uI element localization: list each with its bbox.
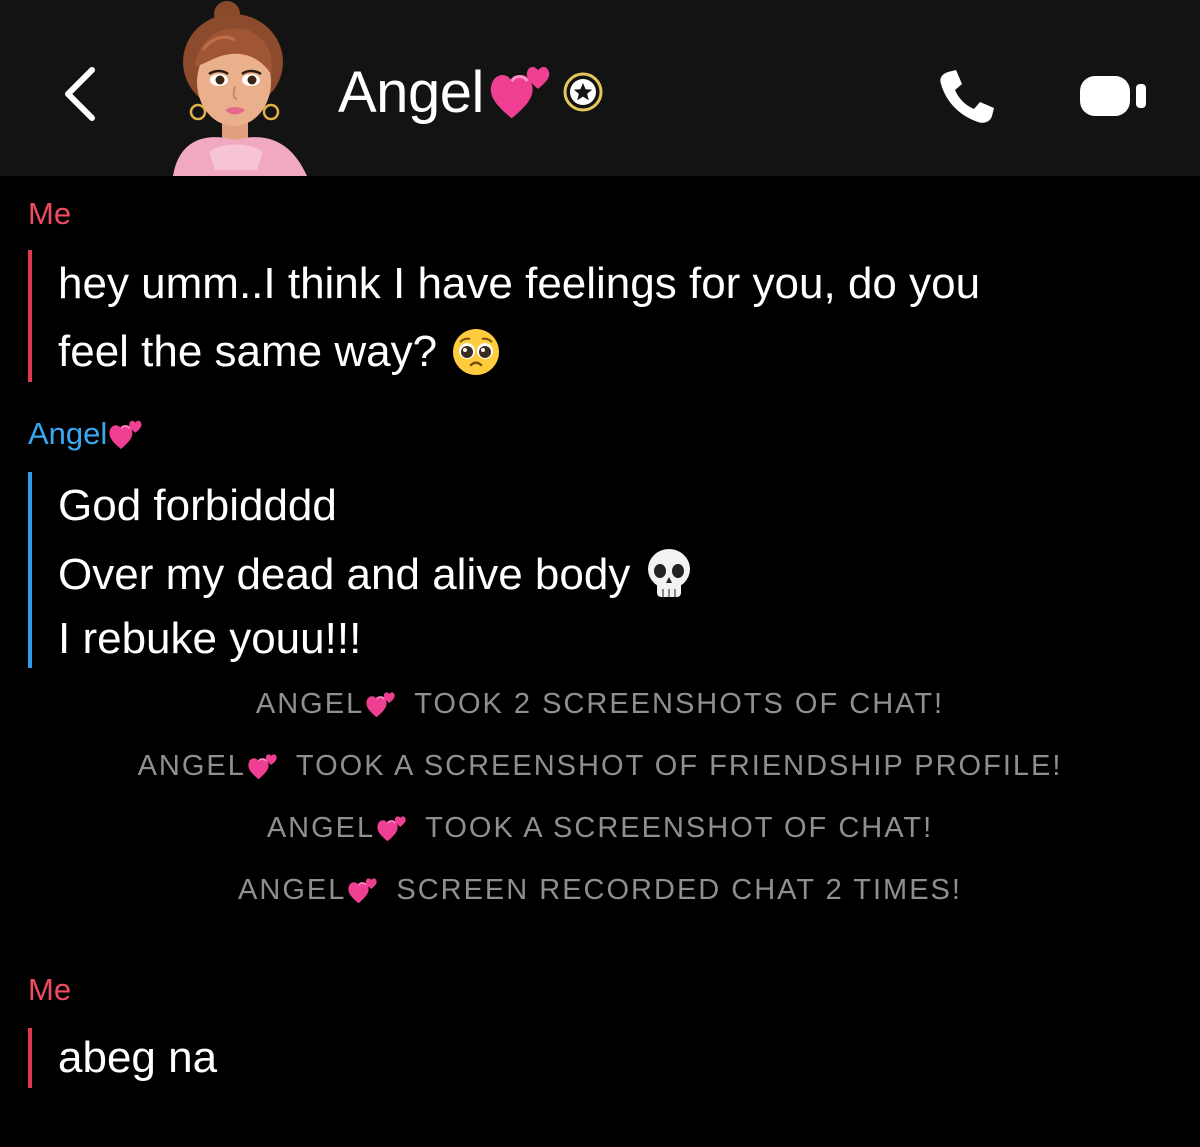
message-angel-1[interactable]: God forbidddd Over my dead and alive bod… [28, 472, 694, 668]
notice-text: SCREEN RECORDED CHAT 2 TIMES! [396, 874, 962, 906]
two-hearts-icon [109, 419, 143, 450]
message-me-2[interactable]: abeg na [28, 1028, 217, 1088]
message-line: I rebuke youu!!! [58, 614, 362, 663]
chevron-left-icon[interactable] [56, 62, 106, 126]
sender-name: Me [28, 972, 72, 1007]
contact-name: Angel [338, 59, 484, 125]
two-hearts-icon [366, 691, 396, 718]
message-line: feel the same way? [58, 314, 980, 390]
skull-emoji [648, 549, 691, 597]
two-hearts-icon [348, 877, 378, 904]
two-hearts-icon [377, 815, 407, 842]
notice-name: ANGEL [255, 688, 365, 720]
two-hearts-icon [248, 753, 278, 780]
sender-label-angel: Angel [28, 416, 143, 452]
phone-icon[interactable] [934, 66, 998, 126]
message-line: hey umm..I think I have feelings for you… [58, 259, 981, 308]
chat-area: Me hey umm..I think I have feelings for … [0, 176, 1200, 1147]
chat-header: Angel [0, 0, 1200, 176]
two-hearts-icon [490, 64, 552, 120]
notice-name: ANGEL [266, 812, 376, 844]
pleading-face-emoji [453, 329, 500, 375]
video-camera-icon[interactable] [1076, 72, 1150, 120]
message-line: Over my dead and alive body [58, 540, 694, 610]
avatar[interactable] [165, 0, 315, 176]
message-line: God forbidddd [58, 481, 337, 530]
star-badge-icon[interactable] [562, 71, 604, 113]
notice-text: TOOK A SCREENSHOT OF FRIENDSHIP PROFILE! [295, 750, 1063, 782]
screenshot-notice: ANGEL TOOK A SCREENSHOT OF CHAT! [0, 812, 1200, 845]
screen-record-notice: ANGEL SCREEN RECORDED CHAT 2 TIMES! [0, 874, 1200, 907]
message-text: Over my dead and alive body [58, 550, 631, 599]
message-text: feel the same way? [58, 327, 438, 376]
notice-text: TOOK 2 SCREENSHOTS OF CHAT! [414, 688, 945, 720]
sender-name: Angel [28, 416, 108, 451]
message-line: abeg na [58, 1033, 218, 1082]
notice-name: ANGEL [238, 874, 347, 906]
notice-name: ANGEL [137, 750, 246, 782]
screenshot-notice: ANGEL TOOK A SCREENSHOT OF FRIENDSHIP PR… [0, 750, 1200, 783]
sender-name: Me [28, 196, 72, 231]
chat-title[interactable]: Angel [338, 52, 604, 132]
sender-label-me: Me [28, 972, 71, 1008]
screenshot-notice: ANGEL TOOK 2 SCREENSHOTS OF CHAT! [0, 688, 1200, 721]
message-me-1[interactable]: hey umm..I think I have feelings for you… [28, 250, 980, 382]
notice-text: TOOK A SCREENSHOT OF CHAT! [425, 812, 934, 844]
sender-label-me: Me [28, 196, 71, 232]
